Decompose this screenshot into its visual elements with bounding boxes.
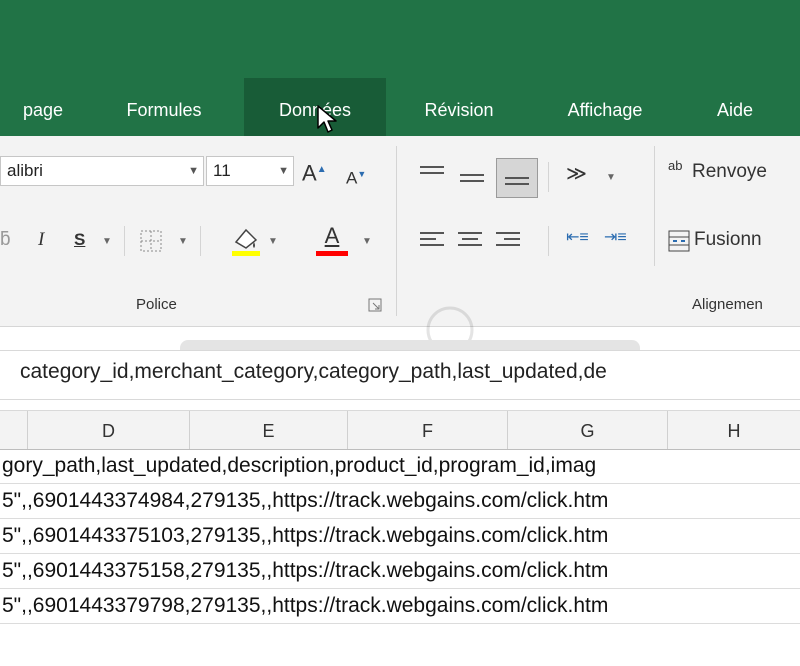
font-name-combo[interactable]: alibri ▼ <box>0 156 204 186</box>
underline-button[interactable]: S <box>74 228 85 252</box>
table-row[interactable]: gory_path,last_updated,description,produ… <box>0 449 800 484</box>
mouse-cursor-icon <box>317 105 337 133</box>
align-top-icon[interactable] <box>420 162 444 184</box>
align-left-icon[interactable] <box>420 228 444 250</box>
title-bar <box>0 0 800 78</box>
font-color-icon: A <box>324 223 340 248</box>
column-header-h[interactable]: H <box>668 411 800 449</box>
police-group-label: Police <box>136 296 177 313</box>
chevron-down-icon[interactable]: ▼ <box>178 236 188 247</box>
borders-icon[interactable] <box>138 228 164 254</box>
column-header-f[interactable]: F <box>348 411 508 449</box>
column-header-partial[interactable] <box>0 411 28 449</box>
align-bottom-button[interactable] <box>496 158 538 198</box>
shrink-font-icon: A <box>346 168 358 188</box>
font-color-button[interactable]: A <box>314 222 350 258</box>
column-header-g[interactable]: G <box>508 411 668 449</box>
chevron-down-icon[interactable]: ▼ <box>362 236 372 247</box>
tab-affichage[interactable]: Affichage <box>536 78 674 136</box>
chevron-down-icon[interactable]: ▼ <box>268 236 278 247</box>
fill-color-icon[interactable] <box>228 222 264 258</box>
column-header-d[interactable]: D <box>28 411 190 449</box>
shrink-font-button[interactable]: A▼ <box>346 162 366 191</box>
bold-button-partial[interactable]: ƃ <box>0 228 11 252</box>
cell-text: 5",,6901443374984,279135,,https://track.… <box>2 489 609 512</box>
align-center-icon[interactable] <box>458 228 482 250</box>
grow-font-button[interactable]: A▲ <box>302 158 327 185</box>
tab-aide[interactable]: Aide <box>690 78 780 136</box>
table-row[interactable]: 5",,6901443375103,279135,,https://track.… <box>0 519 800 554</box>
merge-cells-icon <box>668 230 690 252</box>
wrap-text-button[interactable]: Renvoye <box>692 160 767 184</box>
ribbon-tab-bar: page Formules Données Révision Affichage… <box>0 78 800 136</box>
formula-bar-content: category_id,merchant_category,category_p… <box>20 360 607 383</box>
align-bottom-icon <box>505 173 529 189</box>
merge-cells-button[interactable]: Fusionn <box>694 228 762 252</box>
italic-button[interactable]: I <box>38 228 44 252</box>
font-size-value: 11 <box>213 161 231 180</box>
table-row[interactable] <box>0 624 800 666</box>
align-middle-icon[interactable] <box>460 170 484 186</box>
orientation-icon[interactable]: ≫ <box>566 162 587 186</box>
align-right-icon[interactable] <box>496 228 520 250</box>
chevron-down-icon[interactable]: ▼ <box>606 172 616 183</box>
table-row[interactable]: 5",,6901443374984,279135,,https://track.… <box>0 484 800 519</box>
wrap-text-icon: ab <box>668 158 683 173</box>
ribbon: alibri ▼ 11 ▼ A▲ A▼ ƃ I S ▼ ▼ ▼ A ▼ Poli… <box>0 136 800 327</box>
tab-page[interactable]: page <box>0 78 86 136</box>
cell-text: 5",,6901443375103,279135,,https://track.… <box>2 524 609 547</box>
chevron-down-icon[interactable]: ▼ <box>102 236 112 247</box>
font-name-value: alibri <box>7 161 43 180</box>
chevron-down-icon: ▼ <box>188 165 199 177</box>
column-header-e[interactable]: E <box>190 411 348 449</box>
grow-font-icon: A <box>302 160 317 186</box>
cell-text: 5",,6901443379798,279135,,https://track.… <box>2 594 609 617</box>
formula-bar[interactable]: category_id,merchant_category,category_p… <box>0 350 800 400</box>
decrease-indent-icon[interactable]: ⇤≡ <box>566 226 589 250</box>
increase-indent-icon[interactable]: ⇥≡ <box>604 226 627 250</box>
tab-donnees[interactable]: Données <box>244 78 386 136</box>
alignment-group-label: Alignemen <box>692 296 763 313</box>
table-row[interactable]: 5",,6901443375158,279135,,https://track.… <box>0 554 800 589</box>
font-size-combo[interactable]: 11 ▼ <box>206 156 294 186</box>
dialog-launcher-icon[interactable] <box>368 298 382 312</box>
column-headers: D E F G H <box>0 410 800 450</box>
font-color-swatch <box>316 251 348 256</box>
tab-formules[interactable]: Formules <box>102 78 226 136</box>
chevron-down-icon: ▼ <box>278 165 289 177</box>
tab-revision[interactable]: Révision <box>402 78 516 136</box>
cell-text: 5",,6901443375158,279135,,https://track.… <box>2 559 609 582</box>
cell-text: gory_path,last_updated,description,produ… <box>2 454 597 477</box>
table-row[interactable]: 5",,6901443379798,279135,,https://track.… <box>0 589 800 624</box>
